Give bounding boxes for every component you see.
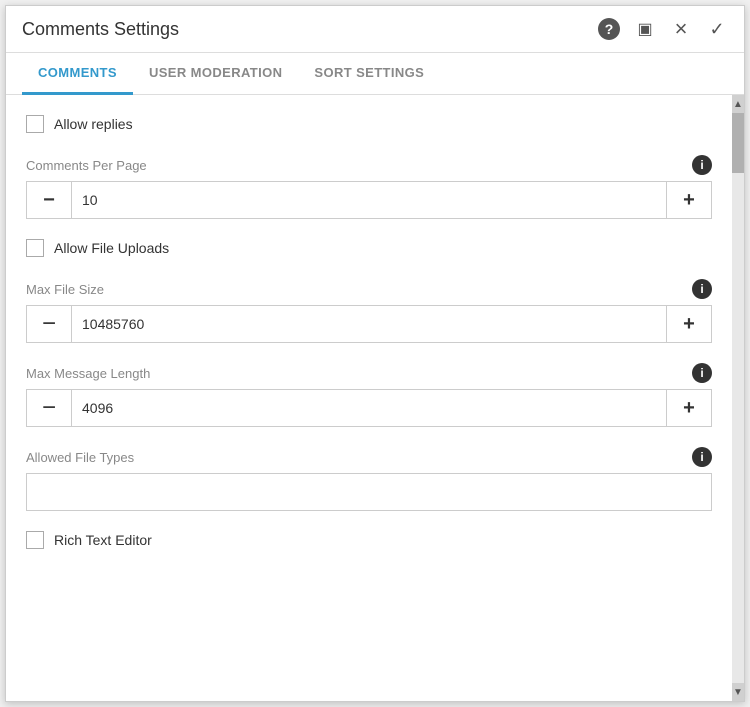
comments-per-page-stepper: − + bbox=[26, 181, 712, 219]
max-file-size-row: Max File Size i − + bbox=[26, 279, 712, 343]
rich-text-editor-checkbox[interactable] bbox=[26, 531, 44, 549]
allowed-file-types-label-row: Allowed File Types i bbox=[26, 447, 712, 467]
max-file-size-decrement[interactable]: − bbox=[27, 306, 71, 342]
tab-comments[interactable]: COMMENTS bbox=[22, 53, 133, 95]
scrollbar-thumb[interactable] bbox=[732, 113, 744, 173]
max-message-length-label: Max Message Length bbox=[26, 366, 150, 381]
comments-per-page-increment[interactable]: + bbox=[667, 182, 711, 218]
allow-file-uploads-row: Allow File Uploads bbox=[26, 239, 712, 257]
scrollbar-track bbox=[732, 113, 744, 683]
allowed-file-types-row: Allowed File Types i bbox=[26, 447, 712, 511]
max-file-size-label: Max File Size bbox=[26, 282, 104, 297]
comments-per-page-input[interactable] bbox=[71, 182, 667, 218]
scrollbar-up-arrow[interactable]: ▲ bbox=[732, 95, 744, 113]
max-message-length-label-row: Max Message Length i bbox=[26, 363, 712, 383]
allowed-file-types-info-icon[interactable]: i bbox=[692, 447, 712, 467]
rich-text-editor-row: Rich Text Editor bbox=[26, 531, 712, 549]
max-message-length-decrement[interactable]: − bbox=[27, 390, 71, 426]
max-message-length-info-icon[interactable]: i bbox=[692, 363, 712, 383]
tab-user-moderation[interactable]: USER MODERATION bbox=[133, 53, 298, 95]
max-file-size-input[interactable] bbox=[71, 306, 667, 342]
allow-replies-checkbox[interactable] bbox=[26, 115, 44, 133]
comments-per-page-row: Comments Per Page i − + bbox=[26, 155, 712, 219]
tab-sort-settings[interactable]: SORT SETTINGS bbox=[298, 53, 440, 95]
max-file-size-increment[interactable]: + bbox=[667, 306, 711, 342]
max-message-length-row: Max Message Length i − + bbox=[26, 363, 712, 427]
window-icon[interactable]: ▣ bbox=[634, 18, 656, 40]
allowed-file-types-label: Allowed File Types bbox=[26, 450, 134, 465]
comments-per-page-label-row: Comments Per Page i bbox=[26, 155, 712, 175]
allow-file-uploads-label: Allow File Uploads bbox=[54, 240, 169, 256]
scrollbar: ▲ ▼ bbox=[732, 95, 744, 701]
scrollbar-down-arrow[interactable]: ▼ bbox=[732, 683, 744, 701]
max-message-length-input[interactable] bbox=[71, 390, 667, 426]
confirm-icon[interactable]: ✓ bbox=[706, 18, 728, 40]
comments-settings-dialog: Comments Settings ? ▣ × ✓ COMMENTS USER … bbox=[5, 5, 745, 702]
max-file-size-stepper: − + bbox=[26, 305, 712, 343]
rich-text-editor-label: Rich Text Editor bbox=[54, 532, 152, 548]
dialog-body: Allow replies Comments Per Page i − + Al… bbox=[6, 95, 744, 701]
allow-file-uploads-checkbox[interactable] bbox=[26, 239, 44, 257]
allow-replies-label: Allow replies bbox=[54, 116, 133, 132]
help-icon[interactable]: ? bbox=[598, 18, 620, 40]
tabs-bar: COMMENTS USER MODERATION SORT SETTINGS bbox=[6, 53, 744, 95]
comments-per-page-info-icon[interactable]: i bbox=[692, 155, 712, 175]
max-message-length-increment[interactable]: + bbox=[667, 390, 711, 426]
dialog-title: Comments Settings bbox=[22, 19, 179, 40]
allow-replies-row: Allow replies bbox=[26, 115, 712, 133]
comments-per-page-label: Comments Per Page bbox=[26, 158, 147, 173]
max-message-length-stepper: − + bbox=[26, 389, 712, 427]
allowed-file-types-input[interactable] bbox=[26, 473, 712, 511]
tab-content-comments: Allow replies Comments Per Page i − + Al… bbox=[6, 95, 732, 701]
comments-per-page-decrement[interactable]: − bbox=[27, 182, 71, 218]
dialog-header: Comments Settings ? ▣ × ✓ bbox=[6, 6, 744, 53]
max-file-size-info-icon[interactable]: i bbox=[692, 279, 712, 299]
close-icon[interactable]: × bbox=[670, 18, 692, 40]
max-file-size-label-row: Max File Size i bbox=[26, 279, 712, 299]
header-icons: ? ▣ × ✓ bbox=[598, 18, 728, 40]
